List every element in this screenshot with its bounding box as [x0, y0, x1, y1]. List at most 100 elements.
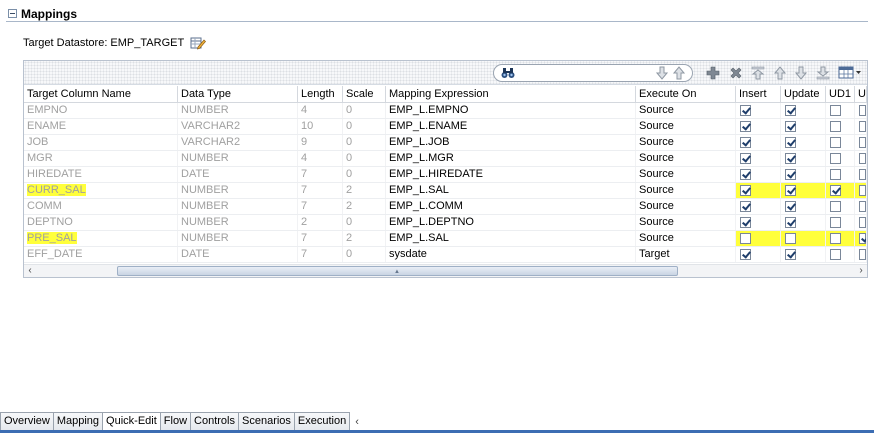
col-header-insert[interactable]: Insert [736, 86, 781, 102]
edit-table-icon[interactable] [190, 35, 207, 51]
update-checkbox[interactable] [785, 105, 796, 116]
tab-scenarios[interactable]: Scenarios [238, 412, 295, 430]
table-row[interactable]: COMM NUMBER 7 2 EMP_L.COMM Source [24, 199, 867, 215]
tab-scroll-left-icon[interactable]: ‹ [355, 414, 359, 430]
search-down-icon[interactable] [654, 65, 670, 81]
insert-checkbox[interactable] [740, 153, 751, 164]
insert-checkbox[interactable] [740, 201, 751, 212]
cell-mapping-expression[interactable]: EMP_L.COMM [386, 199, 636, 214]
tab-controls[interactable]: Controls [190, 412, 239, 430]
table-row[interactable]: MGR NUMBER 4 0 EMP_L.MGR Source [24, 151, 867, 167]
update-checkbox[interactable] [785, 169, 796, 180]
scroll-right-icon[interactable]: › [855, 265, 867, 277]
table-row[interactable]: JOB VARCHAR2 9 0 EMP_L.JOB Source [24, 135, 867, 151]
tab-mapping[interactable]: Mapping [52, 412, 104, 430]
col-header-length[interactable]: Length [298, 86, 343, 102]
update-checkbox[interactable] [785, 121, 796, 132]
col-header-expression[interactable]: Mapping Expression [386, 86, 636, 102]
ud2-checkbox[interactable] [859, 121, 866, 132]
ud1-checkbox[interactable] [830, 169, 841, 180]
update-checkbox[interactable] [785, 201, 796, 212]
cell-execute-on[interactable]: Source [636, 119, 736, 134]
col-header-execute-on[interactable]: Execute On [636, 86, 736, 102]
ud1-checkbox[interactable] [830, 185, 841, 196]
ud1-checkbox[interactable] [830, 249, 841, 260]
insert-checkbox[interactable] [740, 233, 751, 244]
tab-execution[interactable]: Execution [293, 412, 351, 430]
scroll-left-icon[interactable]: ‹ [24, 265, 36, 277]
table-row[interactable]: PRE_SAL NUMBER 7 2 EMP_L.SAL Source [24, 231, 867, 247]
col-header-type[interactable]: Data Type [178, 86, 298, 102]
col-header-scale[interactable]: Scale [343, 86, 386, 102]
ud2-checkbox[interactable] [859, 105, 866, 116]
insert-checkbox[interactable] [740, 169, 751, 180]
update-checkbox[interactable] [785, 249, 796, 260]
cell-execute-on[interactable]: Target [636, 247, 736, 262]
update-checkbox[interactable] [785, 137, 796, 148]
move-down-icon[interactable] [793, 65, 809, 81]
cell-execute-on[interactable]: Source [636, 231, 736, 246]
table-row[interactable]: ENAME VARCHAR2 10 0 EMP_L.ENAME Source [24, 119, 867, 135]
cell-mapping-expression[interactable]: EMP_L.SAL [386, 183, 636, 198]
ud2-checkbox[interactable] [859, 217, 866, 228]
cell-execute-on[interactable]: Source [636, 199, 736, 214]
insert-checkbox[interactable] [740, 137, 751, 148]
cell-execute-on[interactable]: Source [636, 167, 736, 182]
delete-icon[interactable] [728, 65, 744, 81]
update-checkbox[interactable] [785, 233, 796, 244]
move-top-icon[interactable] [750, 65, 766, 81]
ud1-checkbox[interactable] [830, 201, 841, 212]
cell-mapping-expression[interactable]: EMP_L.HIREDATE [386, 167, 636, 182]
col-header-ud2[interactable]: UI [855, 86, 867, 102]
ud2-checkbox[interactable] [859, 249, 866, 260]
update-checkbox[interactable] [785, 185, 796, 196]
cell-execute-on[interactable]: Source [636, 151, 736, 166]
cell-mapping-expression[interactable]: EMP_L.SAL [386, 231, 636, 246]
move-up-icon[interactable] [772, 65, 788, 81]
add-icon[interactable] [705, 65, 721, 81]
collapse-icon[interactable] [8, 9, 17, 18]
ud2-checkbox[interactable] [859, 201, 866, 212]
insert-checkbox[interactable] [740, 185, 751, 196]
update-checkbox[interactable] [785, 153, 796, 164]
ud1-checkbox[interactable] [830, 105, 841, 116]
ud1-checkbox[interactable] [830, 233, 841, 244]
search-box[interactable] [493, 64, 693, 82]
move-bottom-icon[interactable] [815, 65, 831, 81]
tab-overview[interactable]: Overview [0, 412, 54, 430]
cell-mapping-expression[interactable]: EMP_L.MGR [386, 151, 636, 166]
table-row[interactable]: EFF_DATE DATE 7 0 sysdate Target [24, 247, 867, 263]
ud1-checkbox[interactable] [830, 153, 841, 164]
ud2-checkbox[interactable] [859, 153, 866, 164]
cell-mapping-expression[interactable]: EMP_L.DEPTNO [386, 215, 636, 230]
ud1-checkbox[interactable] [830, 217, 841, 228]
update-checkbox[interactable] [785, 217, 796, 228]
insert-checkbox[interactable] [740, 217, 751, 228]
ud2-checkbox[interactable] [859, 185, 866, 196]
cell-execute-on[interactable]: Source [636, 135, 736, 150]
scrollbar-thumb[interactable]: ▲ [117, 266, 678, 276]
search-input[interactable] [520, 66, 645, 80]
table-row[interactable]: CURR_SAL NUMBER 7 2 EMP_L.SAL Source [24, 183, 867, 199]
insert-checkbox[interactable] [740, 249, 751, 260]
ud2-checkbox[interactable] [859, 169, 866, 180]
insert-checkbox[interactable] [740, 105, 751, 116]
cell-execute-on[interactable]: Source [636, 215, 736, 230]
col-header-name[interactable]: Target Column Name [24, 86, 178, 102]
cell-mapping-expression[interactable]: EMP_L.JOB [386, 135, 636, 150]
cell-execute-on[interactable]: Source [636, 103, 736, 118]
ud2-checkbox[interactable] [859, 233, 866, 244]
search-up-icon[interactable] [671, 65, 687, 81]
horizontal-scrollbar[interactable]: ‹ ▲ › [24, 264, 867, 277]
cell-execute-on[interactable]: Source [636, 183, 736, 198]
ud1-checkbox[interactable] [830, 137, 841, 148]
tab-quick-edit[interactable]: Quick-Edit [102, 412, 161, 430]
col-header-ud1[interactable]: UD1 [826, 86, 855, 102]
cell-mapping-expression[interactable]: EMP_L.EMPNO [386, 103, 636, 118]
insert-checkbox[interactable] [740, 121, 751, 132]
tab-flow[interactable]: Flow [159, 412, 192, 430]
cell-mapping-expression[interactable]: EMP_L.ENAME [386, 119, 636, 134]
ud1-checkbox[interactable] [830, 121, 841, 132]
cell-mapping-expression[interactable]: sysdate [386, 247, 636, 262]
ud2-checkbox[interactable] [859, 137, 866, 148]
